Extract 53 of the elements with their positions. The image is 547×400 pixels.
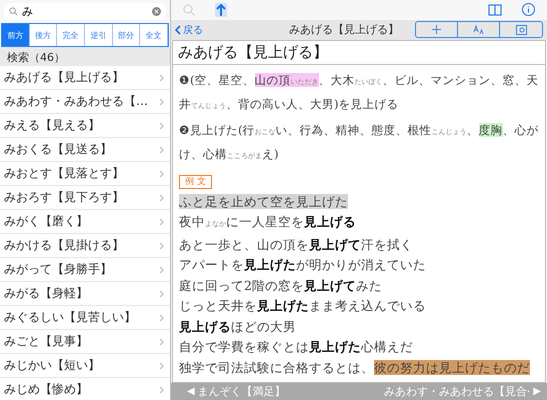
result-item[interactable]: みがく【磨く】 [0, 210, 170, 234]
examples-label: 例 文 [179, 174, 212, 189]
chevron-right-icon [159, 98, 164, 106]
result-item[interactable]: みおくる【見送る】 [0, 138, 170, 162]
search-icon [9, 7, 18, 16]
info-icon[interactable] [522, 3, 535, 16]
entry-headword: みあげる【見上げる】 [173, 40, 545, 65]
example-sentence: 見上げるほどの大男 [179, 318, 296, 334]
result-item[interactable]: みえる【見える】 [0, 114, 170, 138]
chevron-right-icon [159, 242, 164, 250]
chevron-right-icon [159, 314, 164, 322]
plus-icon [432, 25, 441, 34]
chevron-right-icon [159, 194, 164, 202]
highlighted-text: 彼の努力は見上げたものだ [374, 360, 530, 375]
chevron-right-icon [159, 386, 164, 394]
chevron-right-icon [159, 362, 164, 370]
clear-icon[interactable] [152, 7, 161, 16]
chevron-right-icon [159, 338, 164, 346]
chevron-right-icon [159, 170, 164, 178]
search-mode-tab[interactable]: 前方 [2, 24, 30, 46]
example-sentence: 独学で司法試験に合格するとは、 [179, 360, 374, 375]
book-icon[interactable] [488, 4, 502, 16]
result-item[interactable]: みじめ【惨め】 [0, 378, 170, 400]
result-item[interactable]: みぐるしい【見苦しい】 [0, 306, 170, 330]
nav-title: みあげる【見上げる】 [289, 22, 399, 38]
result-item[interactable]: みじかい【短い】 [0, 354, 170, 378]
result-item[interactable]: みがって【身勝手】 [0, 258, 170, 282]
chevron-right-icon [159, 146, 164, 154]
example-sentence: あと一歩と、山の頂を見上げて汗を拭く [179, 236, 413, 252]
chevron-left-icon [175, 24, 181, 35]
result-item[interactable]: みあげる【見上げる】 [0, 66, 170, 90]
chevron-right-icon [159, 266, 164, 274]
chevron-right-icon [159, 290, 164, 298]
results-header: 検索（46） [0, 47, 170, 66]
chevron-right-icon [159, 122, 164, 130]
back-link[interactable]: 戻る [175, 22, 203, 37]
up-arrow-icon[interactable] [215, 2, 227, 17]
result-item[interactable]: みあわす・みあわせる【… [0, 90, 170, 114]
example-sentence: 庭に回って2階の窓を見上げてみた [179, 278, 382, 293]
result-item[interactable]: みおろす【見下ろす】 [0, 186, 170, 210]
font-size-icon [472, 24, 484, 35]
search-field[interactable]: み [4, 3, 166, 20]
result-item[interactable]: みがる【身軽】 [0, 282, 170, 306]
picture-frame-icon [516, 24, 526, 35]
result-item[interactable]: みごと【見事】 [0, 330, 170, 354]
result-item[interactable]: みおとす【見落とす】 [0, 162, 170, 186]
chevron-right-icon [159, 218, 164, 226]
example-sentence: 自分で学費を稼ぐとは見上げた心構えだ [179, 339, 413, 354]
highlighted-text: ふと足を止めて空を見上げた [179, 194, 348, 209]
example-sentence: アパートを見上げたが明かりが消えていた [179, 257, 426, 272]
result-item[interactable]: みかける【見掛ける】 [0, 234, 170, 258]
chevron-right-icon [159, 74, 164, 82]
example-sentence: じっと天井を見上げたまま考え込んでいる [179, 298, 426, 314]
